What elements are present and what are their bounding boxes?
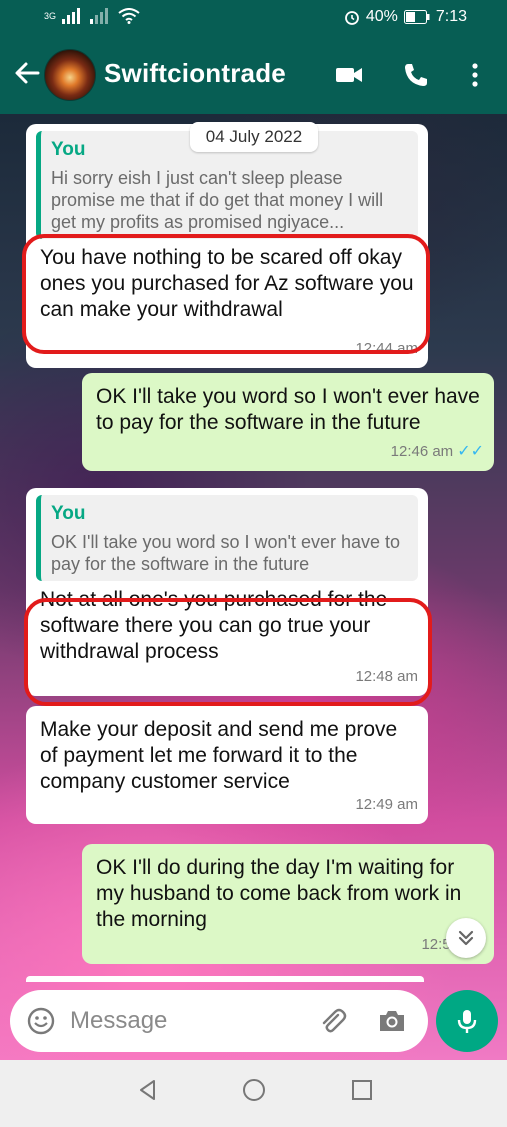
message-time-row: 12:46 am ✓✓ — [391, 439, 484, 465]
clock: 7:13 — [435, 8, 467, 25]
double-chevron-down-icon — [458, 930, 474, 946]
date-chip: 04 July 2022 — [190, 122, 318, 152]
highlight-ring — [22, 234, 430, 354]
read-ticks-icon: ✓✓ — [457, 443, 484, 460]
message-composer[interactable]: Message — [10, 990, 428, 1052]
status-bar: 3G 40% 7:13 — [0, 0, 507, 36]
video-call-icon[interactable] — [334, 60, 364, 90]
message-outgoing[interactable]: OK I'll do during the day I'm waiting fo… — [82, 844, 494, 964]
paperclip-icon[interactable] — [316, 1005, 348, 1037]
next-message-edge — [26, 976, 424, 982]
contact-name[interactable]: Swiftciontrade — [104, 58, 286, 89]
message-time: 12:49 am — [355, 796, 418, 813]
microphone-icon — [457, 1010, 477, 1033]
highlight-ring — [24, 598, 432, 706]
signal-icon-2 — [90, 8, 109, 24]
back-arrow-icon[interactable] — [12, 58, 42, 88]
message-text: OK I'll take you word so I won't ever ha… — [96, 385, 480, 434]
nav-home-icon[interactable] — [242, 1078, 266, 1102]
voice-call-icon[interactable] — [401, 60, 431, 90]
scroll-to-bottom-button[interactable] — [446, 918, 486, 958]
camera-icon[interactable] — [376, 1005, 408, 1037]
battery-icon — [403, 10, 430, 24]
wifi-icon — [118, 8, 140, 24]
quoted-message[interactable]: You OK I'll take you word so I won't eve… — [36, 495, 418, 581]
system-navigation-bar — [0, 1060, 507, 1127]
message-time: 12:46 am — [390, 443, 454, 460]
chat-background[interactable]: You Hi sorry eish I just can't sleep ple… — [0, 114, 507, 1060]
chat-header: Swiftciontrade — [0, 36, 507, 114]
alarm-icon — [344, 11, 359, 25]
avatar[interactable] — [44, 49, 96, 101]
message-incoming[interactable]: Make your deposit and send me prove of p… — [26, 706, 428, 824]
voice-message-button[interactable] — [436, 990, 498, 1052]
message-input[interactable]: Message — [70, 1007, 167, 1035]
nav-recents-icon[interactable] — [350, 1078, 374, 1102]
message-text: Make your deposit and send me prove of p… — [40, 718, 398, 793]
signal-icon — [62, 8, 81, 24]
message-text: OK I'll do during the day I'm waiting fo… — [96, 856, 462, 931]
nav-back-icon[interactable] — [136, 1078, 160, 1102]
message-outgoing[interactable]: OK I'll take you word so I won't ever ha… — [82, 373, 494, 471]
quote-text: OK I'll take you word so I won't ever ha… — [51, 532, 401, 574]
more-options-icon[interactable] — [460, 60, 490, 90]
quote-author: You — [51, 503, 86, 524]
emoji-icon[interactable] — [26, 1006, 56, 1036]
battery-percent: 40% — [365, 8, 398, 25]
network-type: 3G — [44, 11, 57, 21]
quote-text: Hi sorry eish I just can't sleep please … — [51, 168, 384, 232]
